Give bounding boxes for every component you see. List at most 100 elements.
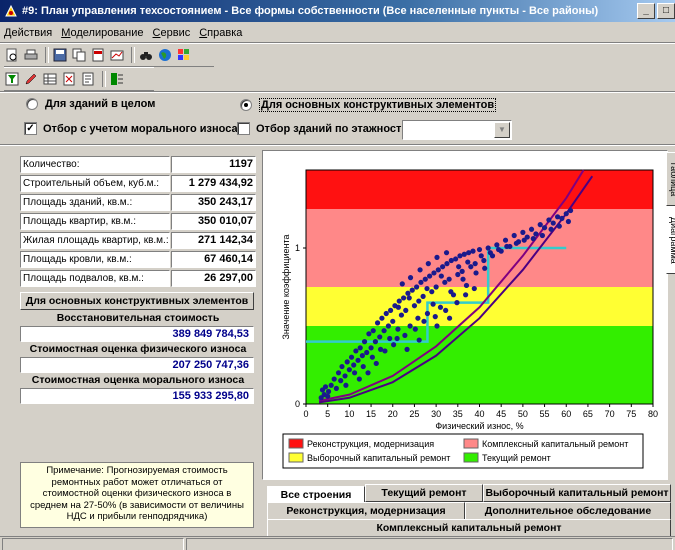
- data-point: [356, 376, 362, 382]
- data-point: [548, 226, 554, 232]
- data-point: [460, 276, 466, 282]
- menu-help[interactable]: Справка: [199, 27, 242, 39]
- data-point: [368, 345, 374, 351]
- settings-icon[interactable]: [109, 71, 125, 87]
- data-point: [396, 298, 402, 304]
- data-point: [390, 318, 396, 324]
- tab-complex-repair[interactable]: Комплексный капитальный ремонт: [267, 519, 671, 537]
- data-point: [433, 284, 439, 290]
- filter-icon[interactable]: [4, 71, 20, 87]
- chart-export-icon[interactable]: [109, 47, 125, 63]
- status-bar: [0, 536, 675, 550]
- data-point: [443, 307, 449, 313]
- data-point: [556, 223, 562, 229]
- data-point: [325, 393, 331, 399]
- data-point: [364, 349, 370, 356]
- data-point: [454, 300, 460, 306]
- globe-icon[interactable]: [157, 47, 173, 63]
- palette-icon[interactable]: [176, 47, 192, 63]
- toolbar-main: [4, 43, 214, 67]
- menu-modeling[interactable]: Моделирование: [61, 27, 143, 39]
- tab-additional-survey[interactable]: Дополнительное обследование: [465, 502, 671, 520]
- check-moral-wear[interactable]: ✓ Отбор с учетом морального износа: [24, 122, 238, 135]
- data-point: [444, 261, 450, 267]
- data-point: [400, 295, 407, 301]
- minimize-button[interactable]: _: [637, 3, 655, 19]
- data-point: [357, 345, 363, 351]
- data-point: [453, 256, 459, 262]
- chevron-down-icon[interactable]: ▼: [494, 122, 510, 138]
- maximize-button[interactable]: □: [657, 3, 675, 19]
- radio-whole-indicator[interactable]: [26, 98, 38, 110]
- copy-icon[interactable]: [71, 47, 87, 63]
- data-point: [370, 328, 376, 334]
- menu-actions[interactable]: Действия: [4, 27, 52, 39]
- legend-label: Реконструкция, модернизация: [307, 439, 434, 449]
- y-tick-label: 0: [295, 399, 300, 409]
- data-point: [513, 240, 519, 246]
- data-point: [395, 304, 401, 310]
- data-point: [471, 285, 477, 292]
- data-point: [412, 326, 418, 332]
- data-point: [338, 378, 344, 384]
- stat-value: 350 243,17: [171, 194, 256, 211]
- data-point: [502, 237, 509, 243]
- status-pane: [186, 538, 673, 550]
- radio-elements-indicator[interactable]: [240, 99, 252, 111]
- check-floors-box[interactable]: [237, 122, 250, 135]
- radio-structural-elements[interactable]: Для основных конструктивных элементов: [240, 98, 497, 112]
- edit-icon[interactable]: [23, 71, 39, 87]
- x-tick-label: 50: [518, 409, 528, 419]
- check-moral-box[interactable]: ✓: [24, 122, 37, 135]
- table-icon[interactable]: [42, 71, 58, 87]
- data-point: [495, 246, 502, 253]
- data-point: [424, 310, 431, 317]
- toolbar-secondary: [4, 67, 154, 91]
- pdf-export-icon[interactable]: [90, 47, 106, 63]
- radio-whole-buildings[interactable]: Для зданий в целом: [26, 98, 155, 110]
- data-point: [559, 215, 565, 221]
- data-point: [530, 236, 536, 242]
- data-point: [391, 342, 397, 348]
- legend-swatch: [288, 438, 304, 449]
- stat-label: Площадь зданий, кв.м.:: [20, 194, 170, 211]
- data-point: [402, 332, 408, 338]
- data-point: [395, 326, 401, 332]
- data-point: [343, 382, 349, 388]
- check-floor-filter[interactable]: Отбор зданий по этажности: [237, 122, 408, 135]
- data-point: [407, 275, 414, 281]
- menu-bar: Действия Моделирование Сервис Справка: [0, 24, 251, 42]
- report-icon[interactable]: [80, 71, 96, 87]
- legend-label: Текущий ремонт: [482, 453, 551, 463]
- tab-chart[interactable]: Диаграмма: [666, 206, 675, 274]
- data-point: [418, 279, 424, 285]
- tab-selective-repair[interactable]: Выборочный капитальный ремонт: [483, 484, 671, 502]
- tab-table[interactable]: Таблица: [666, 152, 675, 206]
- data-point: [435, 267, 441, 273]
- stat-value: 271 142,34: [171, 232, 256, 249]
- tab-current-repair[interactable]: Текущий ремонт: [365, 484, 483, 502]
- data-point: [399, 281, 405, 287]
- data-point: [351, 370, 358, 376]
- calc-icon[interactable]: [61, 71, 77, 87]
- data-point: [434, 254, 440, 260]
- data-point: [541, 225, 548, 231]
- data-point: [459, 268, 465, 274]
- data-point: [346, 367, 352, 373]
- data-point: [360, 363, 366, 370]
- menu-service[interactable]: Сервис: [153, 27, 191, 39]
- data-point: [528, 226, 535, 232]
- binoculars-icon[interactable]: [138, 47, 154, 63]
- floors-combo[interactable]: ▼: [402, 120, 512, 140]
- structural-elements-button[interactable]: Для основных конструктивных элементов: [20, 292, 254, 310]
- data-point: [434, 323, 440, 329]
- print-icon[interactable]: [23, 47, 39, 63]
- x-tick-label: 65: [583, 409, 593, 419]
- data-point: [485, 245, 491, 251]
- tab-reconstruction[interactable]: Реконструкция, модернизация: [267, 502, 465, 520]
- zone-band: [306, 170, 653, 209]
- save-icon[interactable]: [52, 47, 68, 63]
- data-point: [366, 331, 372, 337]
- preview-icon[interactable]: [4, 47, 20, 63]
- app-window: #9: План управления техсостоянием - Все …: [0, 0, 675, 550]
